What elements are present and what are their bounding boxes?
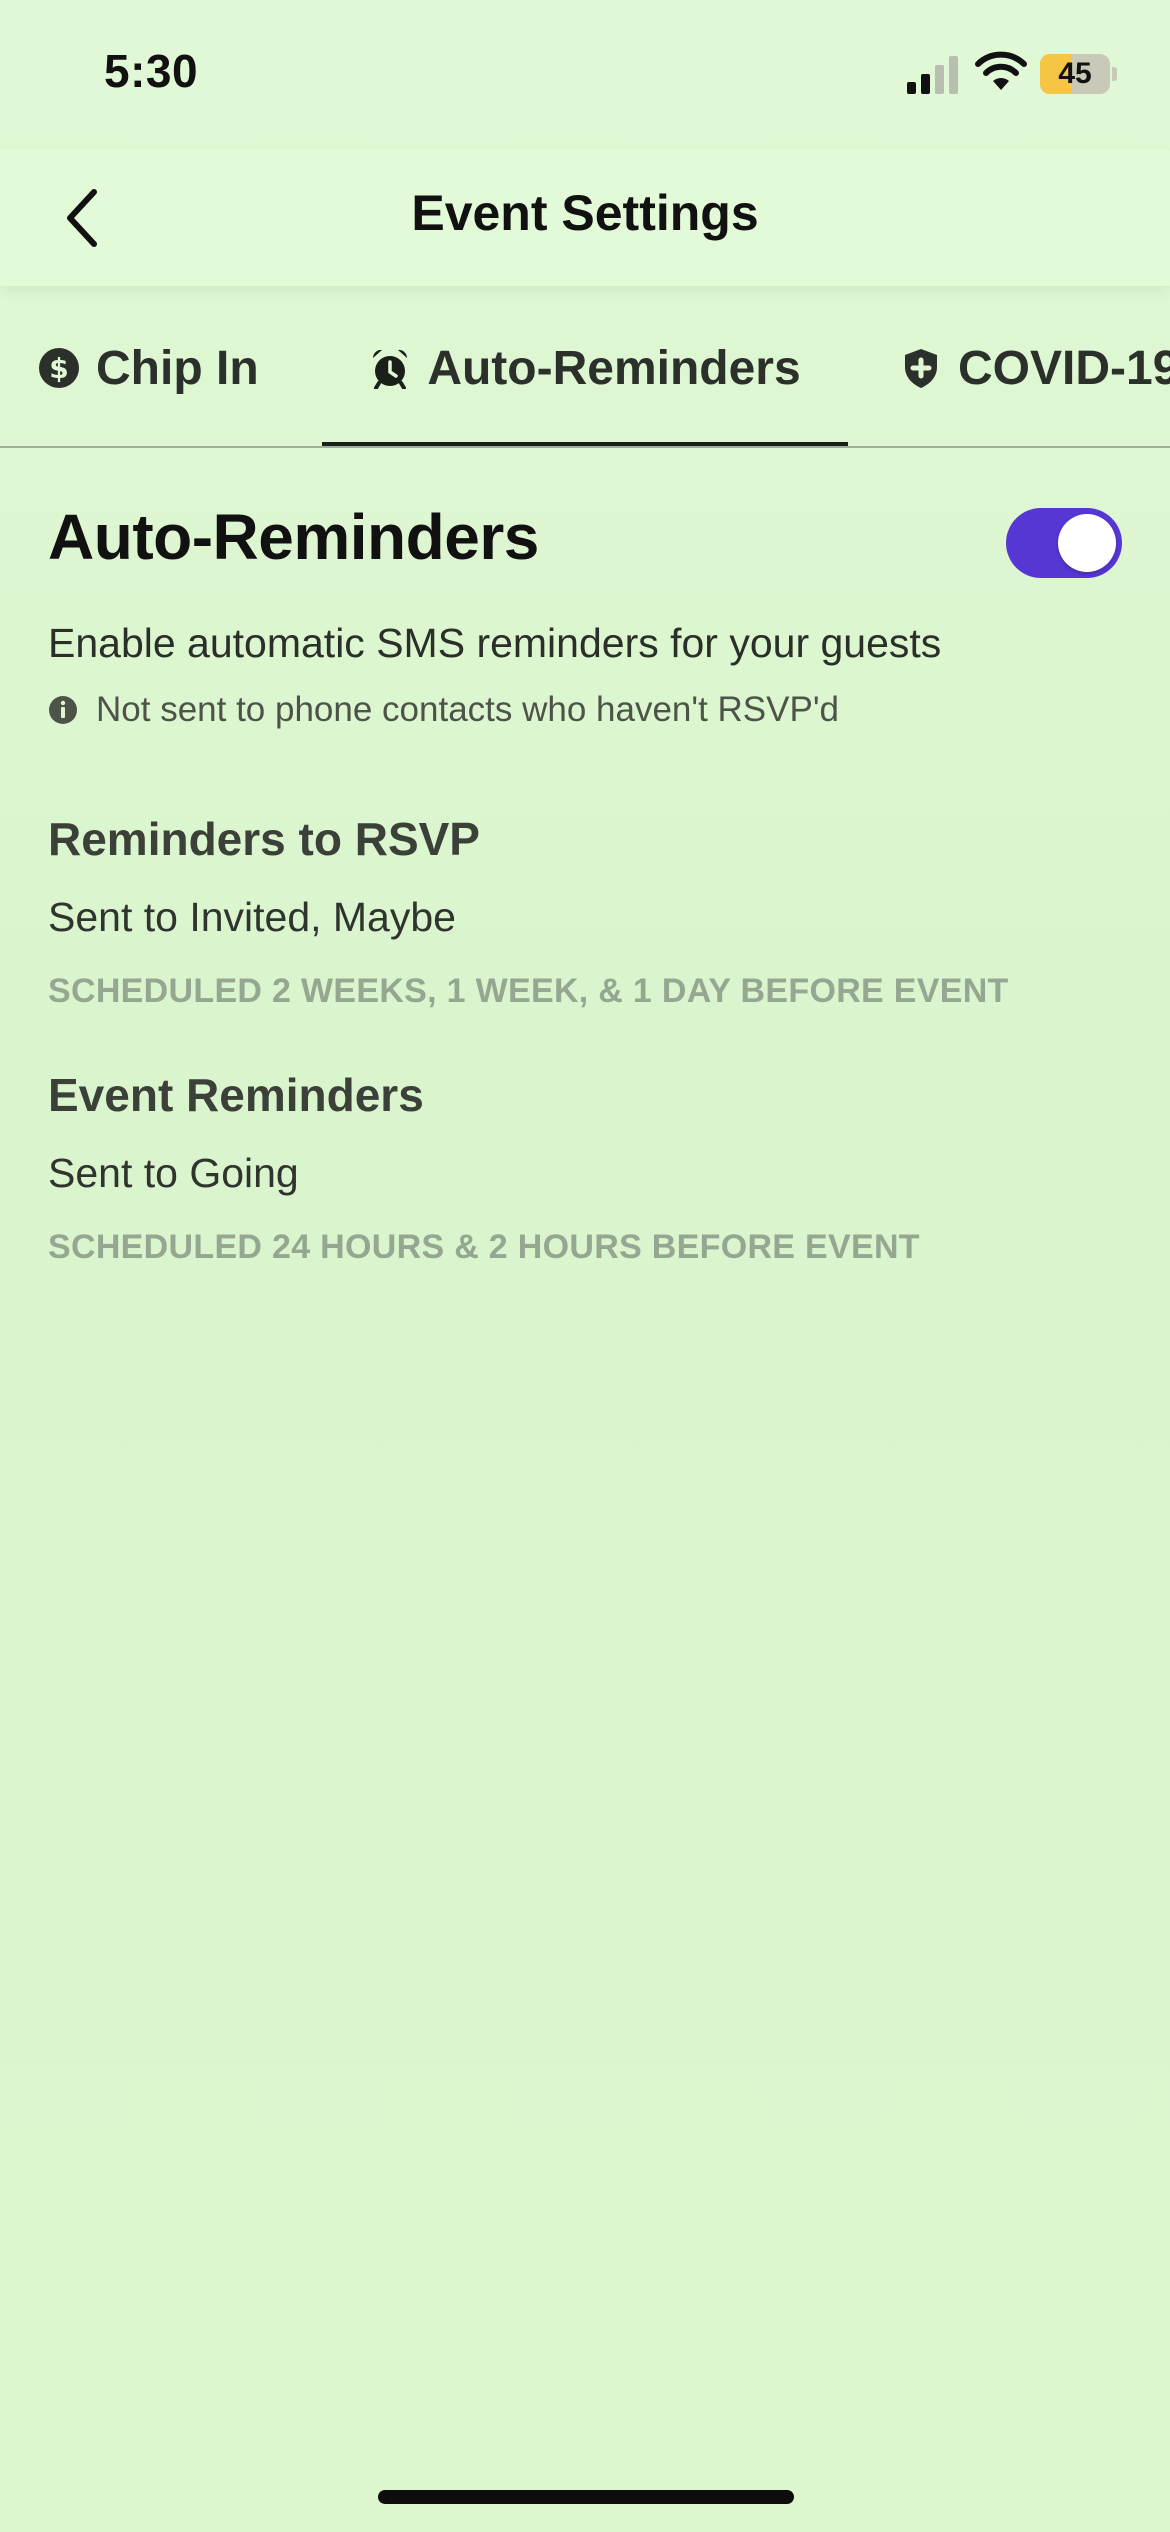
alarm-clock-icon — [373, 349, 408, 389]
section-description: Enable automatic SMS reminders for your … — [48, 620, 942, 666]
home-indicator — [378, 2490, 794, 2504]
nav-header: Event Settings — [0, 150, 1170, 286]
tab-auto-reminders[interactable]: Auto-Reminders — [322, 290, 848, 446]
page-title: Event Settings — [411, 185, 759, 241]
back-button[interactable] — [48, 180, 124, 256]
tab-chip-in[interactable]: $ Chip In — [38, 290, 259, 446]
tab-label: Chip In — [96, 341, 259, 395]
rsvp-reminders-title: Reminders to RSVP — [48, 813, 480, 865]
tab-label: COVID-19 — [958, 341, 1170, 395]
settings-tab-bar: $ Chip In Auto-Reminders COVID-19 — [0, 290, 1170, 448]
event-reminders-schedule: SCHEDULED 24 HOURS & 2 HOURS BEFORE EVEN… — [48, 1228, 920, 1266]
auto-reminders-toggle[interactable] — [1006, 508, 1122, 578]
chevron-left-icon — [67, 189, 97, 247]
event-reminders-audience: Sent to Going — [48, 1150, 299, 1196]
info-icon — [49, 696, 77, 724]
info-note: Not sent to phone contacts who haven't R… — [48, 690, 839, 730]
tab-label: Auto-Reminders — [427, 341, 801, 395]
event-reminders-title: Event Reminders — [48, 1069, 424, 1121]
active-tab-indicator — [322, 442, 848, 446]
toggle-knob — [1058, 514, 1116, 572]
status-time: 5:30 — [104, 45, 199, 97]
cellular-signal-icon — [907, 56, 958, 94]
battery-level: 45 — [1058, 57, 1092, 90]
section-title: Auto-Reminders — [48, 501, 539, 573]
dollar-circle-icon: $ — [39, 348, 79, 388]
svg-text:$: $ — [49, 352, 68, 385]
tab-covid-19[interactable]: COVID-19 — [900, 290, 1170, 446]
status-bar: 5:30 45 — [0, 0, 1170, 150]
wifi-icon — [975, 51, 1027, 90]
rsvp-reminders-schedule: SCHEDULED 2 WEEKS, 1 WEEK, & 1 DAY BEFOR… — [48, 972, 1009, 1010]
rsvp-reminders-audience: Sent to Invited, Maybe — [48, 894, 456, 940]
battery-icon: 45 — [1040, 54, 1118, 94]
shield-plus-icon — [905, 349, 937, 388]
info-note-text: Not sent to phone contacts who haven't R… — [96, 690, 839, 729]
